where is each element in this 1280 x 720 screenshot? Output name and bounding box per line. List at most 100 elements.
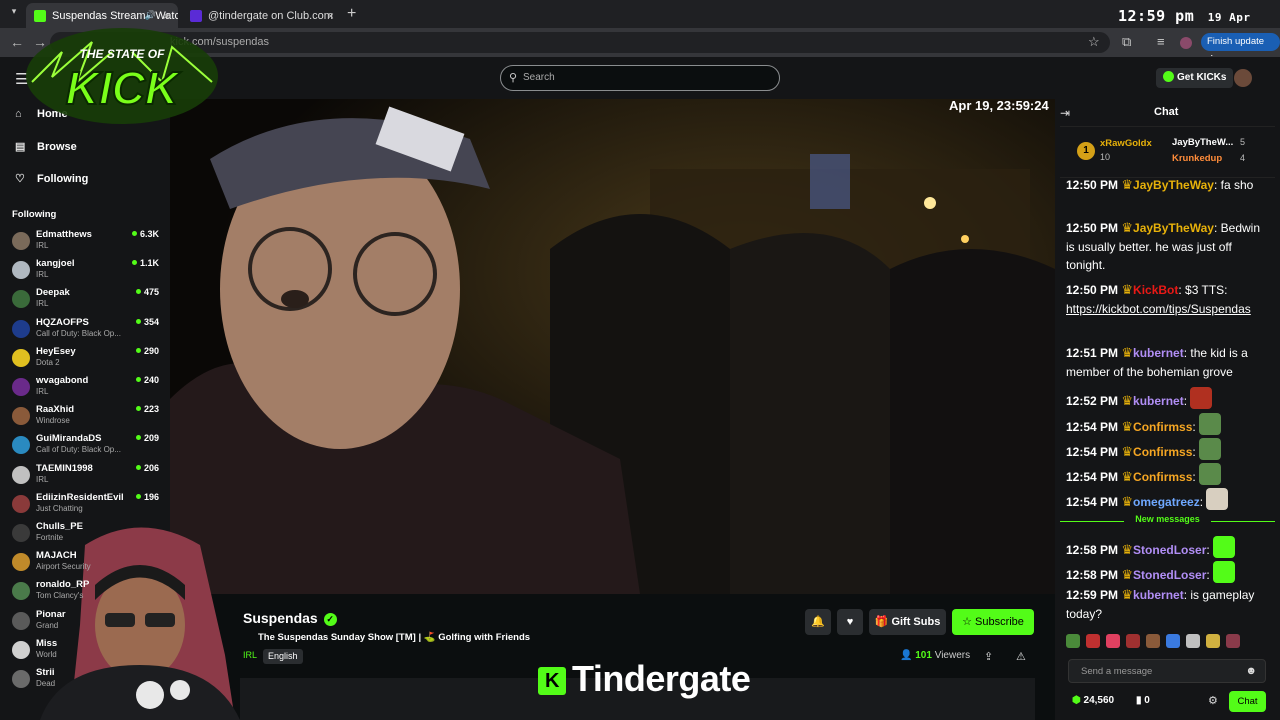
send-chat-button[interactable]: Chat: [1229, 691, 1266, 712]
channel-avatar: [12, 553, 30, 572]
following-item[interactable]: HQZAOFPS Call of Duty: Black Op... 354: [12, 317, 162, 345]
leader-name[interactable]: Krunkedup: [1172, 153, 1222, 164]
following-item[interactable]: kangjoel IRL 1.1K: [12, 258, 162, 286]
emote-icon[interactable]: [1106, 634, 1120, 648]
new-tab-icon[interactable]: +: [347, 5, 356, 23]
sidebar-item-browse[interactable]: ▤ Browse: [15, 140, 77, 153]
message-username[interactable]: kubernet: [1133, 394, 1184, 408]
channel-points[interactable]: ⬢ 24,560: [1072, 695, 1114, 706]
chat-message: 12:58 PM ♛StonedLoser:: [1066, 536, 1266, 560]
channel-category: Grand: [36, 620, 59, 630]
channel-name: MAJACH: [36, 550, 77, 562]
following-item[interactable]: RaaXhid Windrose 223: [12, 404, 162, 432]
secondary-points[interactable]: ▮ 0: [1136, 695, 1150, 706]
emote-icon[interactable]: [1186, 634, 1200, 648]
channel-name: Miss: [36, 637, 58, 649]
emoji-picker-icon[interactable]: ☻: [1245, 665, 1257, 677]
following-item[interactable]: EdiizinResidentEvil Just Chatting 196: [12, 492, 162, 520]
report-icon[interactable]: ⚠: [1016, 650, 1026, 663]
message-username[interactable]: Confirmss: [1133, 420, 1192, 434]
emote-icon: [1199, 413, 1222, 435]
channel-name: Strii: [36, 667, 55, 678]
following-item[interactable]: Strii Dead: [12, 667, 162, 695]
following-item[interactable]: Deepak IRL 475: [12, 287, 162, 315]
following-item[interactable]: GuiMirandaDS Call of Duty: Black Op... 209: [12, 433, 162, 461]
message-text: fa sho: [1220, 178, 1254, 192]
message-time: 12:54 PM: [1066, 420, 1119, 434]
following-item[interactable]: Miss World: [12, 638, 162, 666]
search-input[interactable]: ⚲ Search: [500, 65, 780, 91]
speaker-icon[interactable]: 🔊: [145, 10, 156, 21]
sidebar-item-following[interactable]: ♡ Following: [15, 172, 88, 185]
extensions-icon[interactable]: ⧉: [1122, 34, 1131, 50]
finish-update-button[interactable]: Finish update ⋮: [1201, 33, 1280, 65]
chat-message: 12:54 PM ♛Confirmss:: [1066, 438, 1266, 462]
svg-text:THE STATE OF: THE STATE OF: [80, 47, 166, 61]
emote-icon[interactable]: [1126, 634, 1140, 648]
emote-icon[interactable]: [1146, 634, 1160, 648]
emote-icon[interactable]: [1066, 634, 1080, 648]
message-link[interactable]: https://kickbot.com/tips/Suspendas: [1066, 302, 1251, 316]
profile-avatar-icon[interactable]: [1180, 37, 1192, 49]
language-tag[interactable]: English: [263, 649, 303, 664]
follow-heart-button[interactable]: ♥: [837, 609, 863, 635]
chat-message: 12:58 PM ♛StonedLoser:: [1066, 561, 1266, 585]
channel-name: kangjoel: [36, 258, 75, 270]
new-messages-divider[interactable]: New messages: [1060, 514, 1275, 528]
message-username[interactable]: Confirmss: [1133, 445, 1192, 459]
gift-subs-button[interactable]: 🎁 Gift Subs: [869, 609, 946, 635]
get-kicks-button[interactable]: Get KICKs: [1156, 68, 1234, 88]
message-username[interactable]: Confirmss: [1133, 470, 1192, 484]
video-player[interactable]: [170, 99, 1055, 594]
message-username[interactable]: JayByTheWay: [1133, 178, 1214, 192]
channel-avatar: [12, 232, 30, 250]
share-icon[interactable]: ⇪: [984, 650, 993, 663]
channel-category: IRL: [36, 299, 49, 309]
user-avatar[interactable]: [1234, 69, 1252, 87]
chat-settings-icon[interactable]: ⚙: [1208, 694, 1218, 707]
following-item[interactable]: ronaldo_RP Tom Clancy's: [12, 579, 162, 607]
close-tab-icon[interactable]: ×: [163, 9, 170, 23]
chat-message: 12:51 PM ♛kubernet: the kid is a member …: [1066, 345, 1248, 379]
tindergate-overlay: K Tindergate: [538, 658, 751, 700]
following-item[interactable]: wvagabond IRL 240: [12, 375, 162, 403]
emote-icon[interactable]: [1086, 634, 1100, 648]
message-time: 12:54 PM: [1066, 445, 1119, 459]
leader-count: 10: [1100, 152, 1111, 162]
tab-search-icon[interactable]: ▾: [6, 6, 22, 22]
message-username[interactable]: StonedLoser: [1133, 543, 1206, 557]
following-item[interactable]: HeyEsey Dota 2 290: [12, 346, 162, 374]
channel-avatar: [12, 582, 30, 601]
message-username[interactable]: kubernet: [1133, 346, 1184, 360]
heart-icon: ♥: [846, 616, 854, 628]
emote-icon[interactable]: [1166, 634, 1180, 648]
following-item[interactable]: Chulls_PE Fortnite: [12, 521, 162, 549]
club-favicon-icon: [190, 9, 202, 22]
following-item[interactable]: Pionar Grand: [12, 609, 162, 637]
emote-icon[interactable]: [1206, 634, 1220, 648]
streamer-name[interactable]: Suspendas ✓: [243, 610, 337, 626]
get-kicks-label: Get KICKs: [1177, 72, 1227, 83]
emote-icon[interactable]: [1226, 634, 1240, 648]
message-username[interactable]: omegatreez: [1133, 495, 1200, 509]
bookmark-star-icon[interactable]: ☆: [1088, 34, 1100, 50]
channel-category: IRL: [36, 387, 49, 396]
following-item[interactable]: TAEMIN1998 IRL 206: [12, 463, 162, 491]
collapse-chat-icon[interactable]: ⇥: [1060, 106, 1070, 120]
channel-name: RaaXhid: [36, 404, 75, 416]
subscribe-button[interactable]: ☆ Subscribe: [952, 609, 1034, 635]
following-item[interactable]: MAJACH Airport Security: [12, 550, 162, 578]
chat-input[interactable]: Send a message ☻: [1068, 659, 1266, 683]
points-icon: ⬢: [1072, 695, 1084, 706]
following-item[interactable]: Edmatthews IRL 6.3K: [12, 229, 162, 257]
reading-list-icon[interactable]: ≡: [1157, 34, 1165, 49]
message-username[interactable]: StonedLoser: [1133, 568, 1206, 582]
crown-badge-icon: ♛: [1121, 469, 1134, 484]
message-username[interactable]: KickBot: [1133, 283, 1178, 297]
leader-name[interactable]: xRawGoldx: [1100, 138, 1152, 149]
message-username[interactable]: JayByTheWay: [1133, 221, 1214, 235]
message-username[interactable]: kubernet: [1133, 588, 1184, 602]
notification-bell-button[interactable]: 🔔: [805, 609, 831, 635]
leader-name[interactable]: JayByTheW...: [1172, 137, 1233, 148]
close-tab-icon[interactable]: ×: [327, 9, 334, 23]
